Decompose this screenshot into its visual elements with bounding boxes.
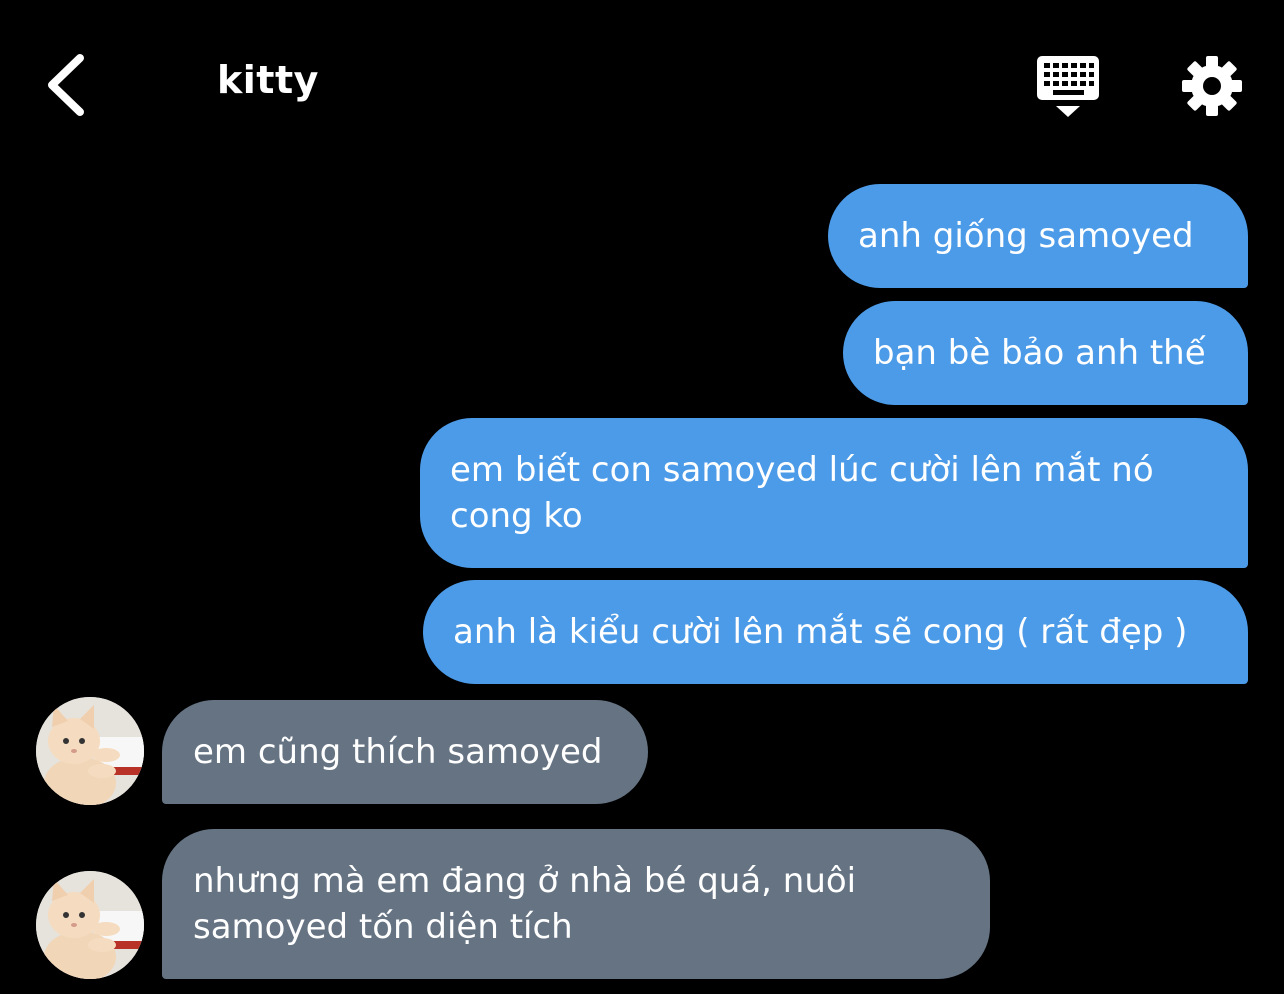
message-bubble-received[interactable]: em cũng thích samoyed [162,700,648,804]
message-bubble-received[interactable]: nhưng mà em đang ở nhà bé quá, nuôi samo… [162,829,990,979]
chat-header: kitty [0,0,1284,170]
message-bubble-sent[interactable]: anh giống samoyed [828,184,1248,288]
keyboard-button[interactable] [1034,54,1102,120]
message-bubble-sent[interactable]: anh là kiểu cười lên mắt sẽ cong ( rất đ… [423,580,1248,684]
gear-icon [1182,56,1242,116]
chevron-left-icon [48,54,84,116]
message-bubble-sent[interactable]: em biết con samoyed lúc cười lên mắt nó … [420,418,1248,568]
contact-avatar[interactable] [36,871,144,979]
cat-typing-avatar [36,871,144,979]
chat-title: kitty [217,58,319,102]
message-bubble-sent[interactable]: bạn bè bảo anh thế [843,301,1248,405]
cat-typing-avatar [36,697,144,805]
back-button[interactable] [40,50,100,120]
contact-avatar[interactable] [36,697,144,805]
keyboard-icon [1037,56,1099,117]
settings-button[interactable] [1180,54,1244,118]
